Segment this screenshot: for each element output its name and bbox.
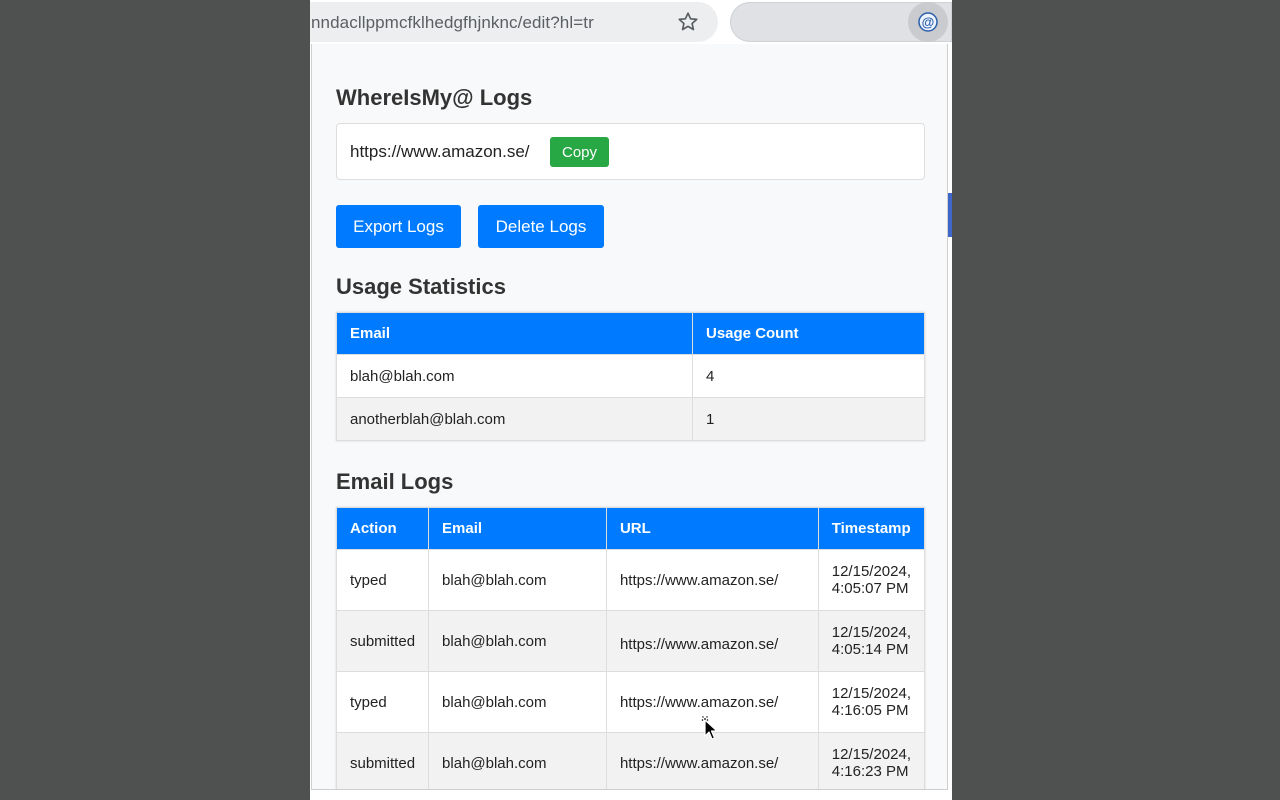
table-cell: 12/15/2024, 4:05:07 PM <box>817 549 926 611</box>
table-cell: blah@blah.com <box>428 671 607 733</box>
table-cell: typed <box>335 671 430 733</box>
extension-popup: WhereIsMy@ Logs https://www.amazon.se/ C… <box>311 44 948 790</box>
table-cell: submitted <box>335 610 430 672</box>
table-header-row: Action Email URL Timestamp <box>335 507 926 550</box>
timestamp-time: 4:16:23 PM <box>831 763 909 780</box>
table-row: submitted blah@blah.com https://www.amaz… <box>335 732 926 789</box>
table-cell: 12/15/2024, 4:16:23 PM <box>817 732 926 789</box>
table-cell: https://www.amazon.se/ <box>605 549 819 611</box>
table-cell: 12/15/2024, 4:16:05 PM <box>817 671 926 733</box>
table-row: anotherblah@blah.com 1 <box>336 397 925 441</box>
column-header: URL <box>605 507 819 550</box>
table-cell: anotherblah@blah.com <box>336 397 693 441</box>
svg-text:@: @ <box>922 15 935 30</box>
page-title: WhereIsMy@ Logs <box>336 85 533 110</box>
browser-toolbar: nndacllppmcfklhedgfhjnknc/edit?hl=tr @ <box>310 0 952 44</box>
column-header: Email <box>336 312 693 355</box>
page-edge <box>948 44 952 800</box>
browser-window: nndacllppmcfklhedgfhjnknc/edit?hl=tr @ W… <box>310 0 952 800</box>
table-cell: https://www.amazon.se/ <box>605 610 819 672</box>
current-url: https://www.amazon.se/ <box>350 142 530 161</box>
star-icon[interactable] <box>676 10 700 34</box>
email-logs-heading: Email Logs <box>336 469 454 494</box>
timestamp-time: 4:05:07 PM <box>831 580 909 597</box>
column-header: Timestamp <box>817 507 926 550</box>
mouse-pointer-icon <box>700 715 720 746</box>
table-cell: blah@blah.com <box>428 610 607 672</box>
table-row: typed blah@blah.com https://www.amazon.s… <box>335 549 926 611</box>
usage-statistics-heading: Usage Statistics <box>336 274 506 299</box>
column-header: Email <box>428 507 607 550</box>
table-cell: blah@blah.com <box>428 732 607 789</box>
address-bar-url[interactable]: nndacllppmcfklhedgfhjnknc/edit?hl=tr <box>311 13 594 33</box>
table-cell: submitted <box>335 732 430 789</box>
timestamp-date: 12/15/2024, <box>831 624 911 641</box>
timestamp-time: 4:16:05 PM <box>831 702 909 719</box>
extensions-area: @ <box>730 2 952 42</box>
table-row: submitted blah@blah.com https://www.amaz… <box>335 610 926 672</box>
address-bar[interactable]: nndacllppmcfklhedgfhjnknc/edit?hl=tr <box>310 2 718 42</box>
page-edge-mark <box>948 193 952 237</box>
table-row: typed blah@blah.com https://www.amazon.s… <box>335 671 926 733</box>
export-logs-button[interactable]: Export Logs <box>336 205 461 248</box>
usage-statistics-table: Email Usage Count blah@blah.com 4 anothe… <box>336 312 925 441</box>
column-header: Usage Count <box>692 312 925 355</box>
timestamp-date: 12/15/2024, <box>831 746 911 763</box>
copy-button[interactable]: Copy <box>550 137 609 167</box>
current-url-card: https://www.amazon.se/ Copy <box>336 123 925 180</box>
table-cell: blah@blah.com <box>428 549 607 611</box>
table-cell: typed <box>335 549 430 611</box>
delete-logs-button[interactable]: Delete Logs <box>478 205 604 248</box>
table-row: blah@blah.com 4 <box>336 354 925 398</box>
timestamp-time: 4:05:14 PM <box>831 641 909 658</box>
timestamp-date: 12/15/2024, <box>831 563 911 580</box>
table-cell: blah@blah.com <box>336 354 693 398</box>
at-sign-icon[interactable]: @ <box>908 2 948 42</box>
column-header: Action <box>335 507 430 550</box>
table-cell: 12/15/2024, 4:05:14 PM <box>817 610 926 672</box>
table-cell: 1 <box>692 397 925 441</box>
table-cell: 4 <box>692 354 925 398</box>
email-logs-table: Action Email URL Timestamp typed blah@bl… <box>335 507 926 789</box>
table-header-row: Email Usage Count <box>336 312 925 355</box>
timestamp-date: 12/15/2024, <box>831 685 911 702</box>
